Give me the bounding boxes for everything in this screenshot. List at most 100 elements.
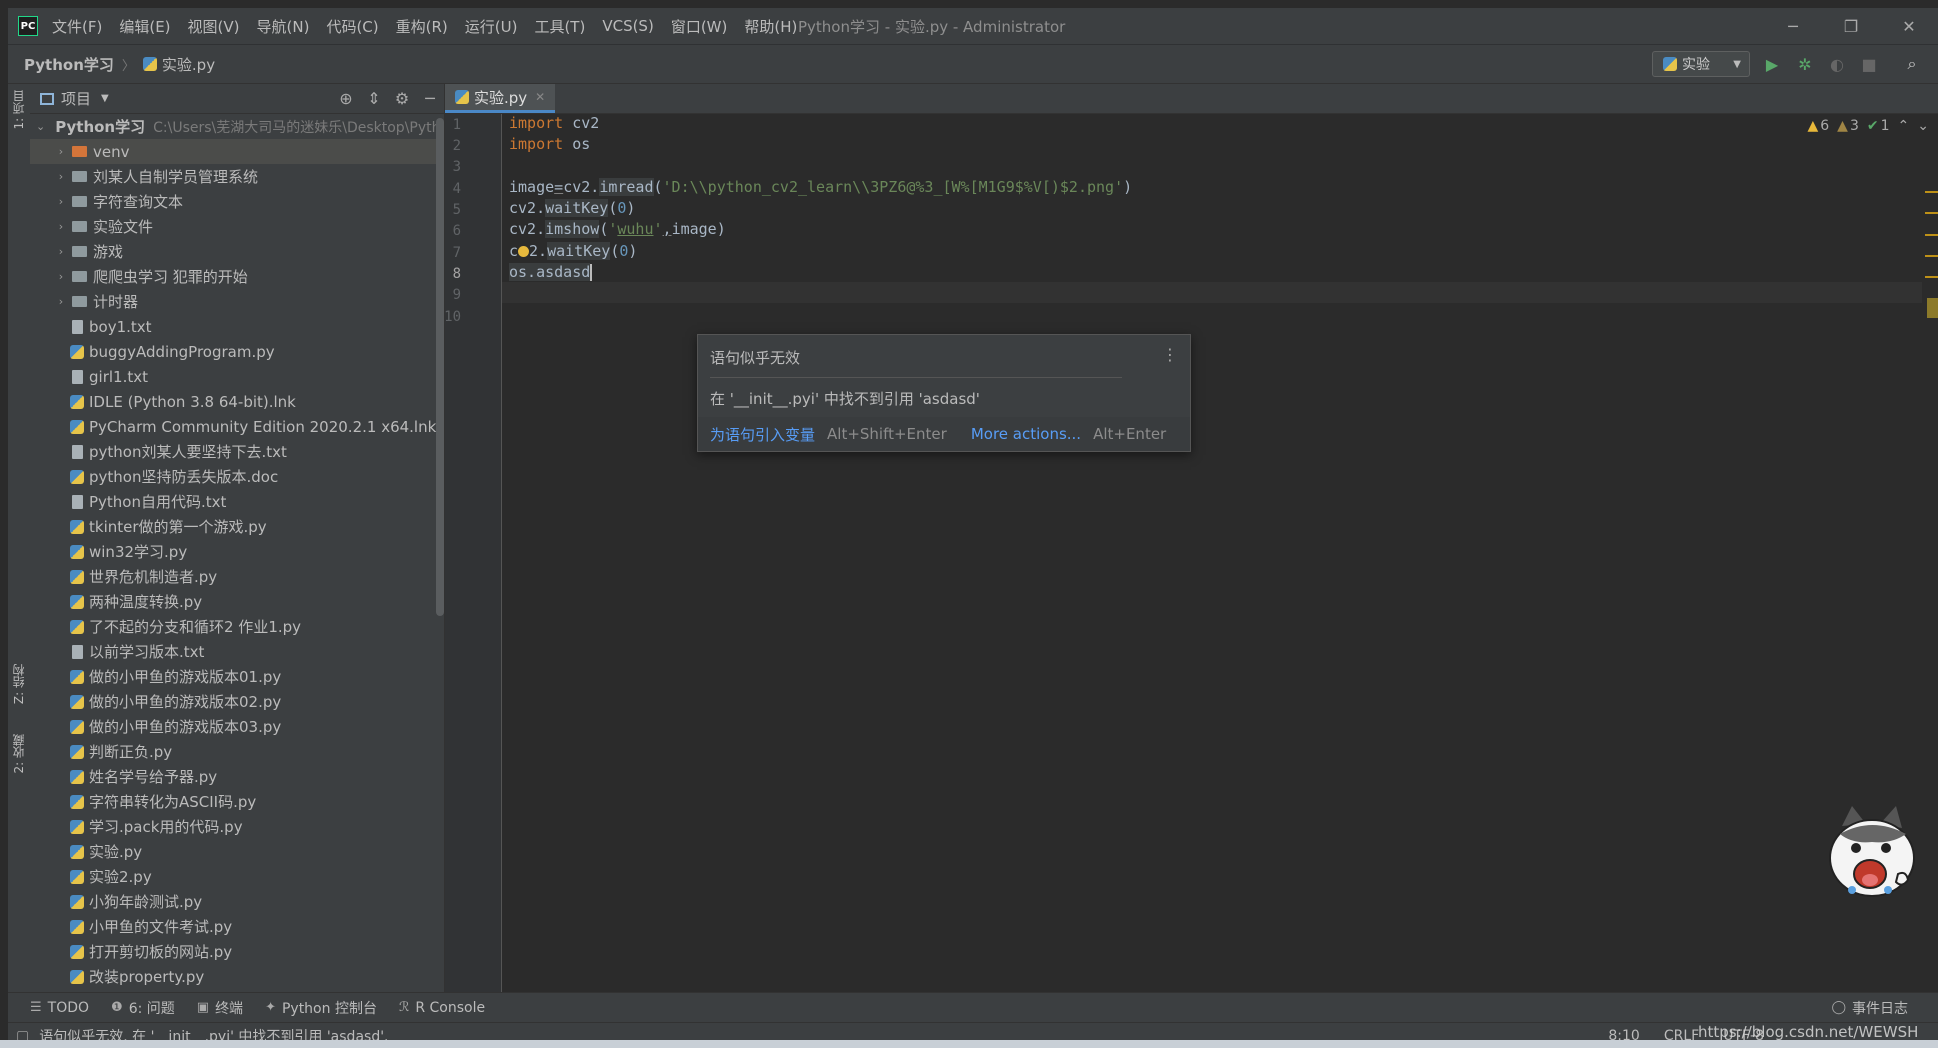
inspection-widget[interactable]: ▲ 6 ▲ 3 ✔ 1 ⌃ ⌄ [1799, 118, 1929, 134]
terminal-tool-tab[interactable]: ▣ 终端 [197, 998, 243, 1018]
tree-file[interactable]: IDLE (Python 3.8 64-bit).lnk [30, 389, 444, 414]
tree-file[interactable]: 学习.pack用的代码.py [30, 814, 444, 839]
problems-tool-tab[interactable]: ❶ 6: 问题 [111, 998, 175, 1018]
tree-file[interactable]: 两种温度转换.py [30, 589, 444, 614]
tree-file[interactable]: boy1.txt [30, 314, 444, 339]
chevron-down-icon[interactable]: ⌄ [36, 120, 45, 133]
current-line-highlight [502, 282, 1922, 303]
tree-folder[interactable]: › 爬爬虫学习 犯罪的开始 [30, 264, 444, 289]
project-tool-tab[interactable]: 1: 项目 [10, 90, 27, 130]
chevron-down-icon[interactable]: ⌄ [1917, 118, 1929, 134]
menu-edit[interactable]: 编辑(E) [119, 16, 170, 37]
tree-file[interactable]: 做的小甲鱼的游戏版本01.py [30, 664, 444, 689]
r-console-tool-tab[interactable]: ℛ R Console [399, 1000, 485, 1016]
tree-file[interactable]: 做的小甲鱼的游戏版本02.py [30, 689, 444, 714]
code-text: cv2. [509, 220, 546, 238]
tree-file[interactable]: 做的小甲鱼的游戏版本03.py [30, 714, 444, 739]
restore-icon[interactable]: ❐ [1822, 8, 1880, 44]
run-icon[interactable]: ▶ [1761, 53, 1783, 75]
todo-tool-tab[interactable]: ☰ TODO [30, 1000, 89, 1016]
hide-panel-icon[interactable]: ─ [416, 89, 444, 108]
tree-folder[interactable]: › 游戏 [30, 239, 444, 264]
run-config-dropdown[interactable]: 实验 ▼ [1652, 51, 1750, 77]
introduce-variable-link[interactable]: 为语句引入变量 [710, 424, 815, 445]
breadcrumb-root[interactable]: Python学习 [24, 54, 114, 75]
tree-file[interactable]: 实验2.py [30, 864, 444, 889]
tree-file[interactable]: python坚持防丢失版本.doc [30, 464, 444, 489]
tree-file[interactable]: 实验.py [30, 839, 444, 864]
event-log-tool-tab[interactable]: ◯ 事件日志 [1831, 998, 1908, 1018]
tree-file[interactable]: PyCharm Community Edition 2020.2.1 x64.l… [30, 414, 444, 439]
menu-view[interactable]: 视图(V) [188, 16, 240, 37]
chevron-right-icon[interactable]: › [54, 170, 68, 183]
chevron-right-icon[interactable]: › [54, 245, 68, 258]
tree-folder[interactable]: › 字符查询文本 [30, 189, 444, 214]
tree-file[interactable]: 姓名学号给予器.py [30, 764, 444, 789]
chevron-right-icon[interactable]: › [54, 220, 68, 233]
stripe-mark[interactable] [1925, 255, 1938, 257]
tree-file[interactable]: 了不起的分支和循环2 作业1.py [30, 614, 444, 639]
chevron-right-icon[interactable]: › [54, 195, 68, 208]
menu-window[interactable]: 窗口(W) [671, 16, 728, 37]
menu-code[interactable]: 代码(C) [326, 16, 378, 37]
tree-file[interactable]: win32学习.py [30, 539, 444, 564]
structure-tool-tab[interactable]: Z: 结构 [10, 664, 27, 704]
tab-shiyan-py[interactable]: 实验.py ✕ [445, 84, 556, 113]
menu-vcs[interactable]: VCS(S) [602, 17, 653, 35]
more-vertical-icon[interactable]: ⋮ [1162, 345, 1178, 364]
menu-refactor[interactable]: 重构(R) [396, 16, 448, 37]
chevron-right-icon[interactable]: › [54, 270, 68, 283]
tree-folder[interactable]: › 计时器 [30, 289, 444, 314]
tree-file[interactable]: 以前学习版本.txt [30, 639, 444, 664]
menu-run[interactable]: 运行(U) [465, 16, 518, 37]
tree-file[interactable]: 小甲鱼的文件考试.py [30, 914, 444, 939]
stripe-current-mark[interactable] [1927, 298, 1938, 318]
python-file-icon [70, 894, 84, 909]
chevron-right-icon[interactable]: › [54, 145, 68, 158]
debug-icon[interactable]: ✲ [1794, 53, 1816, 75]
tree-file[interactable]: python刘某人要坚持下去.txt [30, 439, 444, 464]
menu-help[interactable]: 帮助(H) [744, 16, 797, 37]
tree-folder[interactable]: › 刘某人自制学员管理系统 [30, 164, 444, 189]
tree-file[interactable]: Python自用代码.txt [30, 489, 444, 514]
stripe-mark[interactable] [1925, 212, 1938, 214]
chevron-right-icon[interactable]: › [54, 295, 68, 308]
gear-icon[interactable]: ⚙ [388, 89, 416, 108]
tree-file[interactable]: tkinter做的第一个游戏.py [30, 514, 444, 539]
chevron-up-icon[interactable]: ⌃ [1898, 118, 1910, 134]
stop-icon[interactable]: ■ [1858, 53, 1880, 75]
tree-file[interactable]: 字符串转化为ASCII码.py [30, 789, 444, 814]
breadcrumb-file[interactable]: 实验.py [142, 54, 215, 75]
search-icon[interactable]: ⌕ [1901, 53, 1923, 75]
project-view-selector[interactable]: 项目 ▼ [40, 88, 109, 109]
more-actions-link[interactable]: More actions... [971, 425, 1081, 443]
stripe-mark[interactable] [1925, 234, 1938, 236]
stripe-mark[interactable] [1925, 276, 1938, 278]
menu-file[interactable]: 文件(F) [52, 16, 102, 37]
tree-file[interactable]: 改装property.py [30, 964, 444, 989]
lightbulb-icon[interactable] [518, 246, 530, 257]
tree-file[interactable]: 打开剪切板的网站.py [30, 939, 444, 964]
code-text: ( [610, 242, 620, 260]
stripe-mark[interactable] [1925, 191, 1938, 193]
coverage-icon[interactable]: ◐ [1826, 53, 1848, 75]
locate-file-icon[interactable]: ⊕ [332, 89, 360, 108]
python-console-tool-tab[interactable]: ✦ Python 控制台 [265, 998, 377, 1018]
tree-file[interactable]: 小狗年龄测试.py [30, 889, 444, 914]
tree-file[interactable]: girl1.txt [30, 364, 444, 389]
tree-root[interactable]: ⌄ Python学习 C:\Users\芜湖大司马的迷妹乐\Desktop\Py… [30, 114, 444, 139]
minimize-icon[interactable]: ─ [1764, 8, 1822, 44]
tree-file[interactable]: 世界危机制造者.py [30, 564, 444, 589]
menu-tools[interactable]: 工具(T) [534, 16, 585, 37]
menu-navigate[interactable]: 导航(N) [257, 16, 310, 37]
line-number: 7 [452, 245, 461, 261]
project-scrollbar[interactable] [436, 118, 444, 616]
close-tab-icon[interactable]: ✕ [535, 90, 545, 104]
favorites-tool-tab[interactable]: 2: 收藏 [10, 734, 27, 774]
tree-folder[interactable]: › venv [30, 139, 444, 164]
tree-file[interactable]: buggyAddingProgram.py [30, 339, 444, 364]
tree-folder[interactable]: › 实验文件 [30, 214, 444, 239]
tree-file[interactable]: 判断正负.py [30, 739, 444, 764]
collapse-all-icon[interactable]: ⇕ [360, 89, 388, 108]
close-window-icon[interactable]: ✕ [1880, 8, 1938, 44]
